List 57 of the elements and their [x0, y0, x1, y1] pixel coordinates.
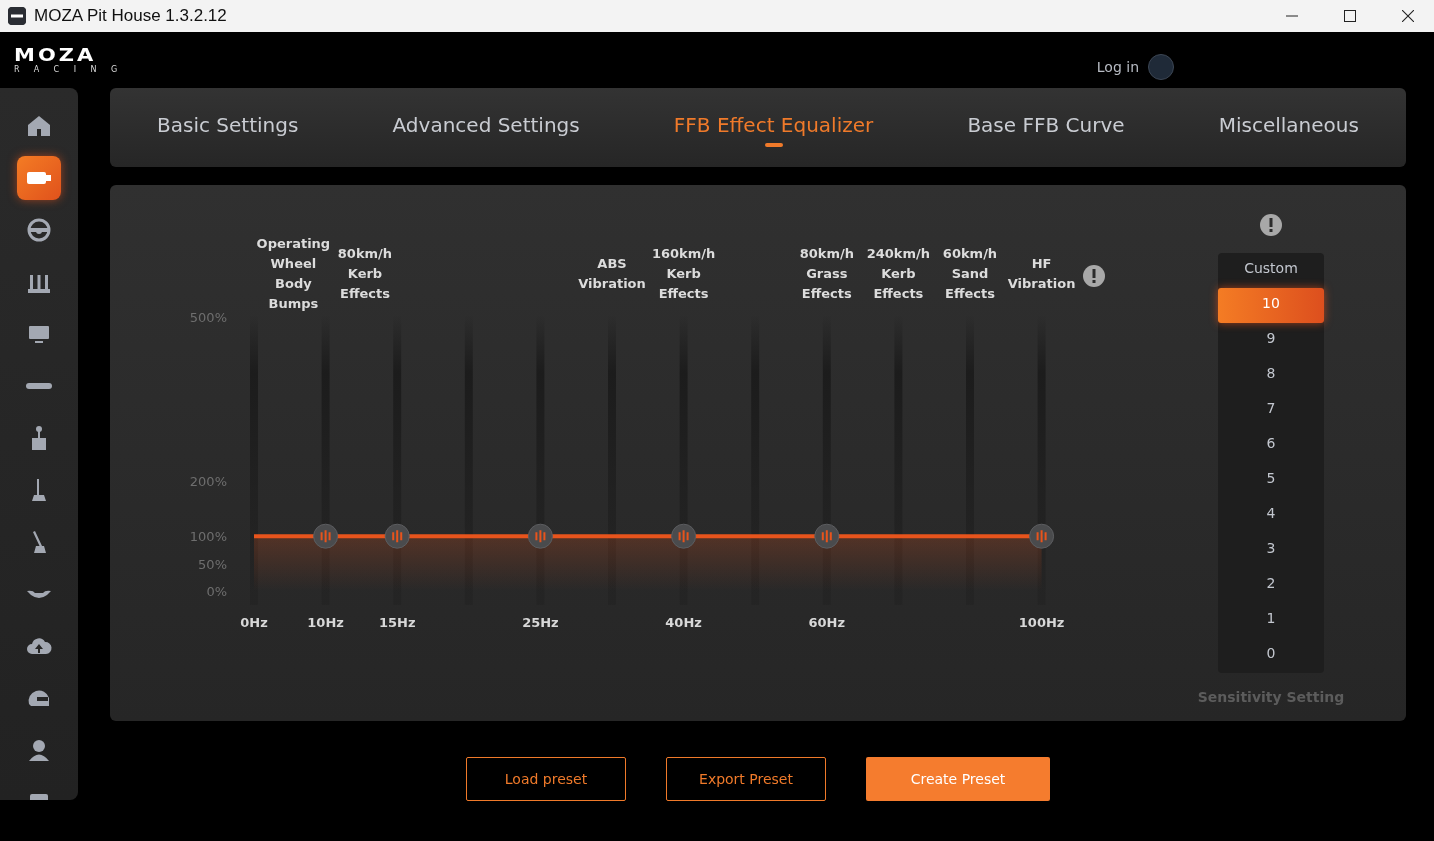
x-tick-label: 25Hz: [522, 615, 559, 630]
info-icon[interactable]: [1083, 265, 1105, 287]
info-icon[interactable]: [1260, 214, 1282, 236]
sensitivity-option[interactable]: 5: [1218, 463, 1324, 498]
effect-label: 160km/h Kerb Effects: [651, 246, 716, 301]
effect-label: ABS Vibration: [578, 256, 646, 291]
slider-knob[interactable]: [527, 523, 553, 549]
slider-knob[interactable]: [1029, 523, 1055, 549]
slider-knob[interactable]: [313, 523, 339, 549]
tab[interactable]: Advanced Settings: [388, 106, 584, 149]
y-tick-label: 0%: [206, 584, 227, 599]
sensitivity-option[interactable]: 1: [1218, 603, 1324, 638]
effect-label: 80km/h Grass Effects: [799, 246, 854, 301]
sensitivity-option[interactable]: 4: [1218, 498, 1324, 533]
close-icon[interactable]: [1402, 10, 1414, 22]
x-tick-label: 0Hz: [240, 615, 268, 630]
x-tick-label: 60Hz: [808, 615, 846, 630]
slider-knob[interactable]: [384, 523, 410, 549]
tab[interactable]: FFB Effect Equalizer: [669, 106, 878, 149]
slider-knob[interactable]: [671, 523, 697, 549]
sensitivity-option[interactable]: 2: [1218, 568, 1324, 603]
wheel-icon: [25, 216, 53, 244]
y-tick-label: 50%: [198, 556, 227, 572]
sensitivity-option[interactable]: 7: [1218, 393, 1324, 428]
x-tick-label: 10Hz: [307, 615, 344, 630]
sensitivity-option[interactable]: 3: [1218, 533, 1324, 568]
sensitivity-option[interactable]: 0: [1218, 638, 1324, 673]
effect-label: 240km/h Kerb Effects: [866, 246, 931, 301]
y-tick-label: 200%: [189, 474, 227, 490]
x-tick-label: 40Hz: [665, 615, 702, 630]
slider-knob[interactable]: [814, 523, 840, 549]
y-tick-label: 500%: [189, 310, 227, 325]
y-tick-label: 100%: [189, 529, 227, 545]
sensitivity-option[interactable]: 8: [1218, 358, 1324, 393]
preset-button[interactable]: Load preset: [466, 757, 626, 801]
maximize-icon[interactable]: [1344, 10, 1356, 22]
bar-icon: [26, 383, 52, 389]
window-title: MOZA Pit House 1.3.2.12: [34, 6, 227, 26]
x-tick-label: 100Hz: [1018, 615, 1065, 630]
tab[interactable]: Base FFB Curve: [963, 106, 1129, 149]
sidebar-base-button[interactable]: [17, 156, 61, 200]
x-tick-label: 15Hz: [378, 615, 416, 630]
hub-icon: [27, 590, 51, 598]
preset-button[interactable]: Export Preset: [666, 757, 826, 801]
effect-label: 80km/h Kerb Effects: [337, 246, 393, 301]
tab[interactable]: Miscellaneous: [1214, 106, 1363, 149]
effect-label: 60km/h Sand Effects: [942, 246, 998, 301]
app-icon: [8, 7, 26, 25]
login-link[interactable]: Log in: [1096, 59, 1139, 75]
logo-tagline: RACING: [14, 65, 132, 75]
sensitivity-option[interactable]: 6: [1218, 428, 1324, 463]
logo-wordmark: MOZA: [14, 47, 98, 63]
sensitivity-option[interactable]: 9: [1218, 323, 1324, 358]
sensitivity-option[interactable]: Custom: [1218, 253, 1324, 288]
tab[interactable]: Basic Settings: [153, 106, 303, 149]
effect-label: HF Vibration: [1007, 256, 1076, 291]
effect-label: Operating Wheel Body Bumps: [256, 236, 331, 311]
